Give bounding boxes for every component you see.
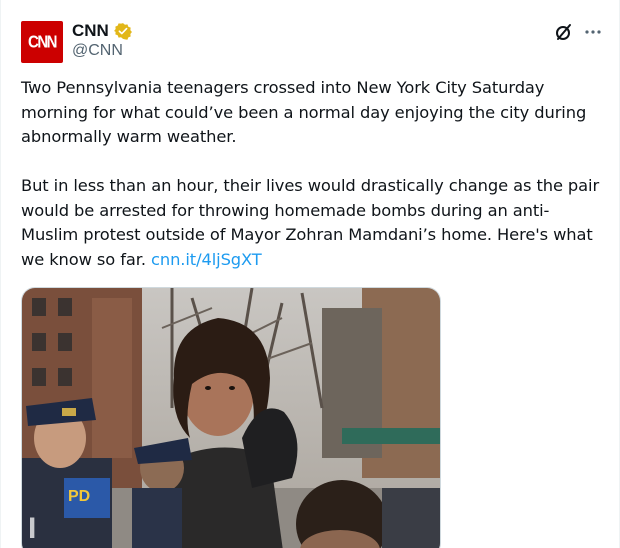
tweet-paragraph-2-text: But in less than an hour, their lives wo… [21, 176, 600, 269]
author-display-name[interactable]: CNN [72, 21, 109, 41]
avatar[interactable]: CNN [21, 21, 63, 63]
article-link[interactable]: cnn.it/4ljSgXT [151, 250, 262, 269]
tweet-text: Two Pennsylvania teenagers crossed into … [21, 76, 606, 272]
author-handle[interactable]: @CNN [72, 42, 123, 60]
tweet-paragraph-1: Two Pennsylvania teenagers crossed into … [21, 78, 587, 146]
police-badge-text: PD [68, 488, 90, 505]
verified-badge-icon [113, 23, 132, 40]
vest-lettering: I [28, 512, 36, 545]
more-dots-icon[interactable] [583, 22, 603, 42]
avatar-logo-text: CNN [28, 32, 58, 52]
grok-slash-icon[interactable] [554, 22, 574, 42]
tweet-photo[interactable]: PD I [21, 287, 441, 548]
tweet-paragraph-2: But in less than an hour, their lives wo… [21, 174, 606, 272]
author-name-row[interactable]: CNN [72, 20, 132, 42]
photo-illustration: PD I [22, 288, 440, 548]
tweet-card[interactable]: CNN CNN @CNN Two Pennsylvania teenagers … [0, 0, 620, 548]
